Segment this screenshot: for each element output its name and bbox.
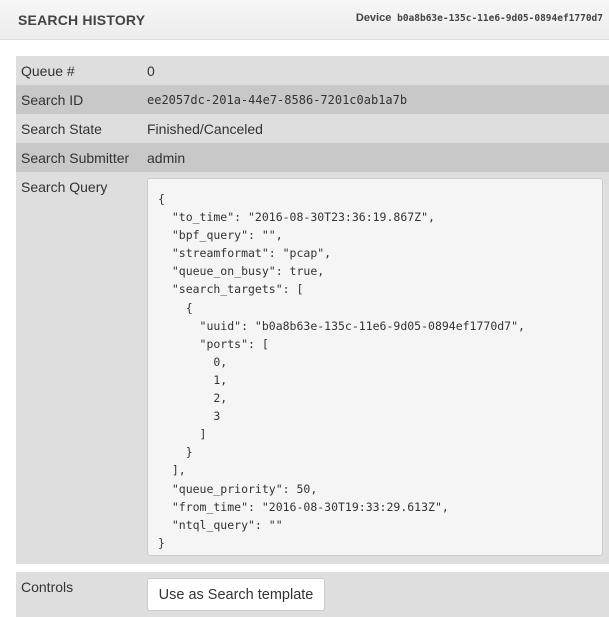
page-header: SEARCH HISTORY Device b0a8b63e-135c-11e6… — [0, 0, 609, 40]
search-state-value: Finished/Canceled — [147, 121, 263, 137]
device-id: b0a8b63e-135c-11e6-9d05-0894ef1770d7 — [397, 13, 603, 24]
row-search-state: Search State Finished/Canceled — [16, 114, 609, 143]
row-queue-number: Queue # 0 — [16, 56, 609, 85]
controls-label: Controls — [21, 579, 74, 595]
device-info: Device b0a8b63e-135c-11e6-9d05-0894ef177… — [356, 12, 603, 24]
search-state-label: Search State — [21, 121, 102, 137]
search-query-code: { "to_time": "2016-08-30T23:36:19.867Z",… — [147, 178, 603, 556]
row-search-submitter: Search Submitter admin — [16, 143, 609, 172]
use-as-search-template-button[interactable]: Use as Search template — [147, 578, 325, 611]
search-query-label: Search Query — [21, 179, 108, 195]
search-id-value: ee2057dc-201a-44e7-8586-7201c0ab1a7b — [147, 93, 408, 107]
divider — [16, 564, 609, 572]
device-label: Device — [355, 12, 392, 24]
search-submitter-label: Search Submitter — [21, 150, 130, 166]
row-search-id: Search ID ee2057dc-201a-44e7-8586-7201c0… — [16, 85, 609, 114]
search-query-json: { "to_time": "2016-08-30T23:36:19.867Z",… — [158, 192, 525, 550]
queue-number-label: Queue # — [21, 63, 75, 79]
search-submitter-value: admin — [147, 150, 186, 166]
page-title: SEARCH HISTORY — [18, 12, 146, 28]
search-id-label: Search ID — [21, 92, 84, 108]
search-details-panel: Queue # 0 Search ID ee2057dc-201a-44e7-8… — [16, 56, 609, 617]
queue-number-value: 0 — [147, 63, 155, 79]
